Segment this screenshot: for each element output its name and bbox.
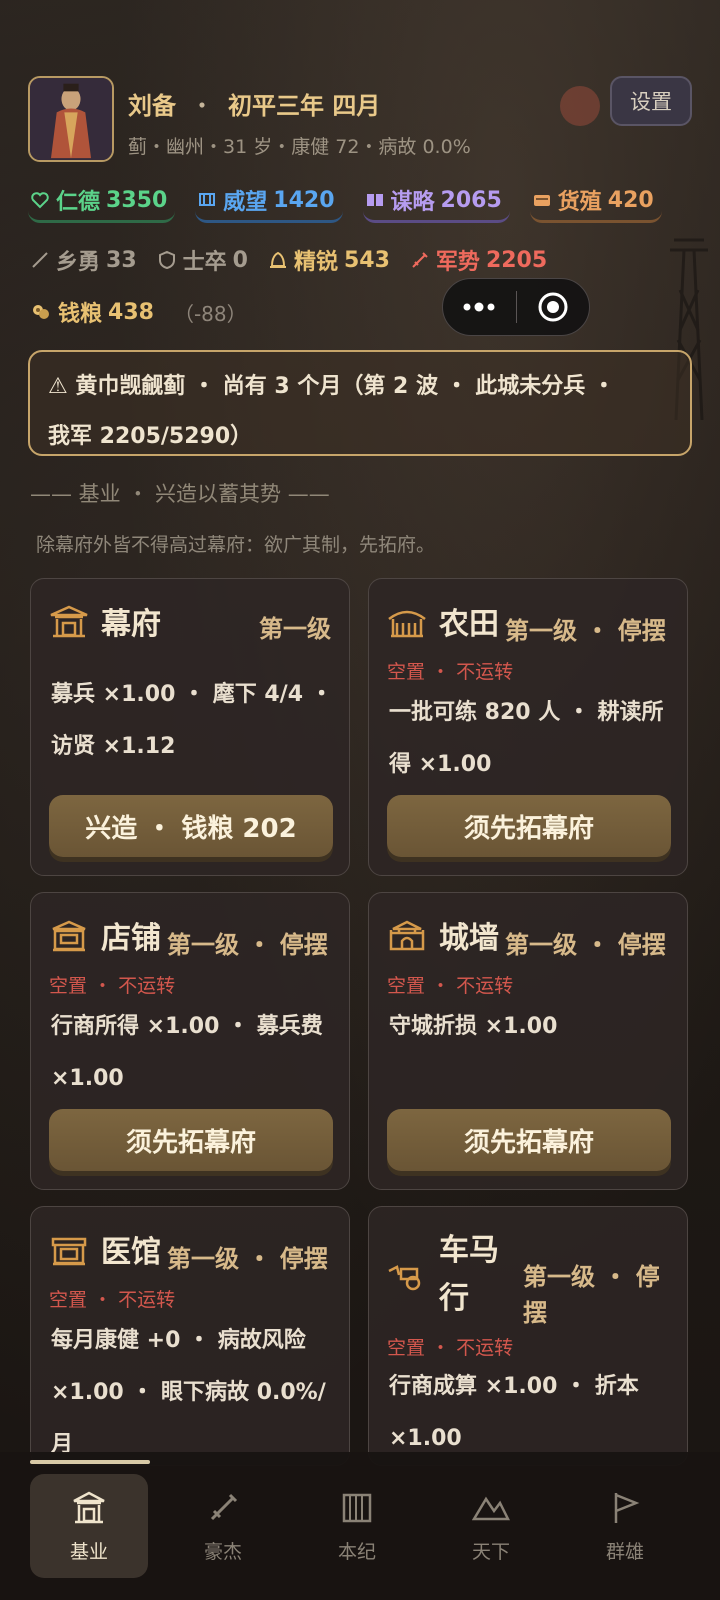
farmhouse-icon <box>388 610 426 638</box>
attr-rende: 仁德 3350 <box>28 184 176 223</box>
build-button-disabled[interactable]: 须先拓幕府 <box>387 1109 671 1171</box>
building-level: 第一级 ・ 停摆 <box>167 1245 328 1273</box>
clinic-icon <box>51 1237 87 1266</box>
player-details: 蓟・幽州・31 岁・康健 72・病故 0.0% <box>128 136 471 158</box>
sword-icon <box>210 1493 238 1520</box>
name-line: 刘备・初平三年 四月 <box>128 92 381 120</box>
close-miniprogram-button[interactable] <box>517 279 590 335</box>
player-header: 刘备・初平三年 四月 蓟・幽州・31 岁・康健 72・病故 0.0% 设置 <box>28 76 692 166</box>
citygate-icon <box>389 920 425 951</box>
player-name: 刘备 <box>128 92 176 120</box>
building-desc: 一批可练 820 人 ・ 耕读所得 ×1.00 <box>389 700 664 777</box>
building-name: 城墙 <box>439 921 499 956</box>
building-desc: 募兵 ×1.00 ・ 麾下 4/4 ・ 访贤 ×1.12 <box>51 682 333 759</box>
building-level: 第一级 ・ 停摆 <box>505 931 666 959</box>
palace-icon <box>73 1491 105 1523</box>
building-name: 医馆 <box>101 1235 161 1270</box>
building-name: 店铺 <box>101 921 161 956</box>
nav-tab-benji[interactable]: 本纪 <box>298 1474 416 1578</box>
attr-moulue: 谋略 2065 <box>362 184 510 223</box>
attribute-row: 仁德 3350 威望 1420 谋略 2065 货殖 420 <box>28 184 662 223</box>
sword-icon <box>412 252 428 268</box>
banner-icon <box>199 193 216 206</box>
flag-icon <box>614 1492 640 1523</box>
building-desc: 行商所得 ×1.00 ・ 募兵费 ×1.00 <box>51 1014 323 1091</box>
settings-button[interactable]: 设置 <box>610 76 692 126</box>
alert-line-1: ⚠ 黄巾觊觎蓟 ・ 尚有 3 个月（第 2 波 ・ 此城未分兵 ・ <box>48 374 615 399</box>
avatar[interactable] <box>28 76 114 162</box>
building-level: 第一级 ・ 停摆 <box>167 931 328 959</box>
building-card-nongtian: 农田 第一级 ・ 停摆 空置 ・ 不运转 一批可练 820 人 ・ 耕读所得 ×… <box>368 578 688 876</box>
troop-xiangyong: 乡勇 33 <box>30 244 137 276</box>
building-status: 空置 ・ 不运转 <box>387 975 514 997</box>
building-card-mufu: 幕府 第一级 募兵 ×1.00 ・ 麾下 4/4 ・ 访贤 ×1.12 兴造 ・… <box>30 578 350 876</box>
ingot-icon <box>533 195 550 206</box>
nav-tab-jiye[interactable]: 基业 <box>30 1474 148 1578</box>
build-button-disabled[interactable]: 须先拓幕府 <box>49 1109 333 1171</box>
building-status: 空置 ・ 不运转 <box>387 1337 514 1359</box>
shop-icon <box>52 920 86 952</box>
shield-icon <box>158 250 175 270</box>
game-date: 初平三年 四月 <box>228 92 381 120</box>
invasion-alert: ⚠ 黄巾觊觎蓟 ・ 尚有 3 个月（第 2 波 ・ 此城未分兵 ・ 我军 220… <box>28 350 692 456</box>
troop-row: 乡勇 33 士卒 0 精锐 543 军势 2205 <box>30 244 547 276</box>
building-level: 第一级 ・ 停摆 <box>505 617 666 645</box>
troop-junshi: 军势 2205 <box>410 244 547 276</box>
nav-tab-tianxia[interactable]: 天下 <box>432 1474 550 1578</box>
more-menu-button[interactable] <box>443 279 516 335</box>
coins-icon <box>33 305 49 319</box>
building-desc: 守城折损 ×1.00 <box>389 1014 558 1039</box>
building-name: 农田 <box>439 607 499 642</box>
miniprogram-capsule <box>442 278 590 336</box>
grain-label: 钱粮 <box>58 302 103 327</box>
building-card-chengqiang: 城墙 第一级 ・ 停摆 空置 ・ 不运转 守城折损 ×1.00 须先拓幕府 <box>368 892 688 1190</box>
section-title: —— 基业 ・ 兴造以蓄其势 —— <box>30 482 330 506</box>
helmet-icon <box>269 251 286 268</box>
building-name: 幕府 <box>101 607 161 642</box>
building-status: 空置 ・ 不运转 <box>387 661 514 683</box>
carriage-icon <box>388 1265 421 1291</box>
alert-line-2: 我军 2205/5290） <box>48 424 253 449</box>
mountain-icon <box>472 1496 510 1520</box>
building-name: 车马行 <box>439 1233 499 1316</box>
attr-huozhi: 货殖 420 <box>529 184 662 223</box>
building-card-dianpu: 店铺 第一级 ・ 停摆 空置 ・ 不运转 行商所得 ×1.00 ・ 募兵费 ×1… <box>30 892 350 1190</box>
building-status: 空置 ・ 不运转 <box>49 975 176 997</box>
building-level: 第一级 ・ 停摆 <box>523 1263 660 1327</box>
scroll-icon <box>342 1493 372 1522</box>
building-status: 空置 ・ 不运转 <box>49 1289 176 1311</box>
build-button-disabled[interactable]: 须先拓幕府 <box>387 795 671 857</box>
section-desc: 除幕府外皆不得高过幕府：欲广其制，先拓府。 <box>36 534 436 556</box>
building-card-chemahang: 车马行 第一级 ・ 停摆 空置 ・ 不运转 行商成算 ×1.00 ・ 折本 ×1… <box>368 1206 688 1466</box>
spear-icon <box>32 252 48 268</box>
attr-weiwang: 威望 1420 <box>195 184 343 223</box>
grain-row: 钱粮 438 （-88） <box>30 296 247 328</box>
book-icon <box>366 194 383 206</box>
grain-delta: （-88） <box>173 301 247 326</box>
nav-tab-haojie[interactable]: 豪杰 <box>164 1474 282 1578</box>
grain-value: 438 <box>108 299 154 325</box>
building-desc: 每月康健 +0 ・ 病故风险 ×1.00 ・ 眼下病故 0.0%/月 <box>51 1328 326 1457</box>
build-button[interactable]: 兴造 ・ 钱粮 202 <box>49 795 333 857</box>
troop-shizu: 士卒 0 <box>157 244 248 276</box>
more-dots-icon <box>463 302 495 312</box>
building-level: 第一级 <box>259 615 331 643</box>
building-card-yiguan: 医馆 第一级 ・ 停摆 空置 ・ 不运转 每月康健 +0 ・ 病故风险 ×1.0… <box>30 1206 350 1466</box>
nav-tab-qunxiong[interactable]: 群雄 <box>566 1474 684 1578</box>
target-close-icon <box>538 292 568 322</box>
heart-icon <box>31 192 49 209</box>
troop-jingrui: 精锐 543 <box>268 244 390 276</box>
nav-active-indicator <box>30 1460 150 1464</box>
building-desc: 行商成算 ×1.00 ・ 折本 ×1.00 <box>389 1374 639 1451</box>
palace-icon <box>50 605 88 638</box>
